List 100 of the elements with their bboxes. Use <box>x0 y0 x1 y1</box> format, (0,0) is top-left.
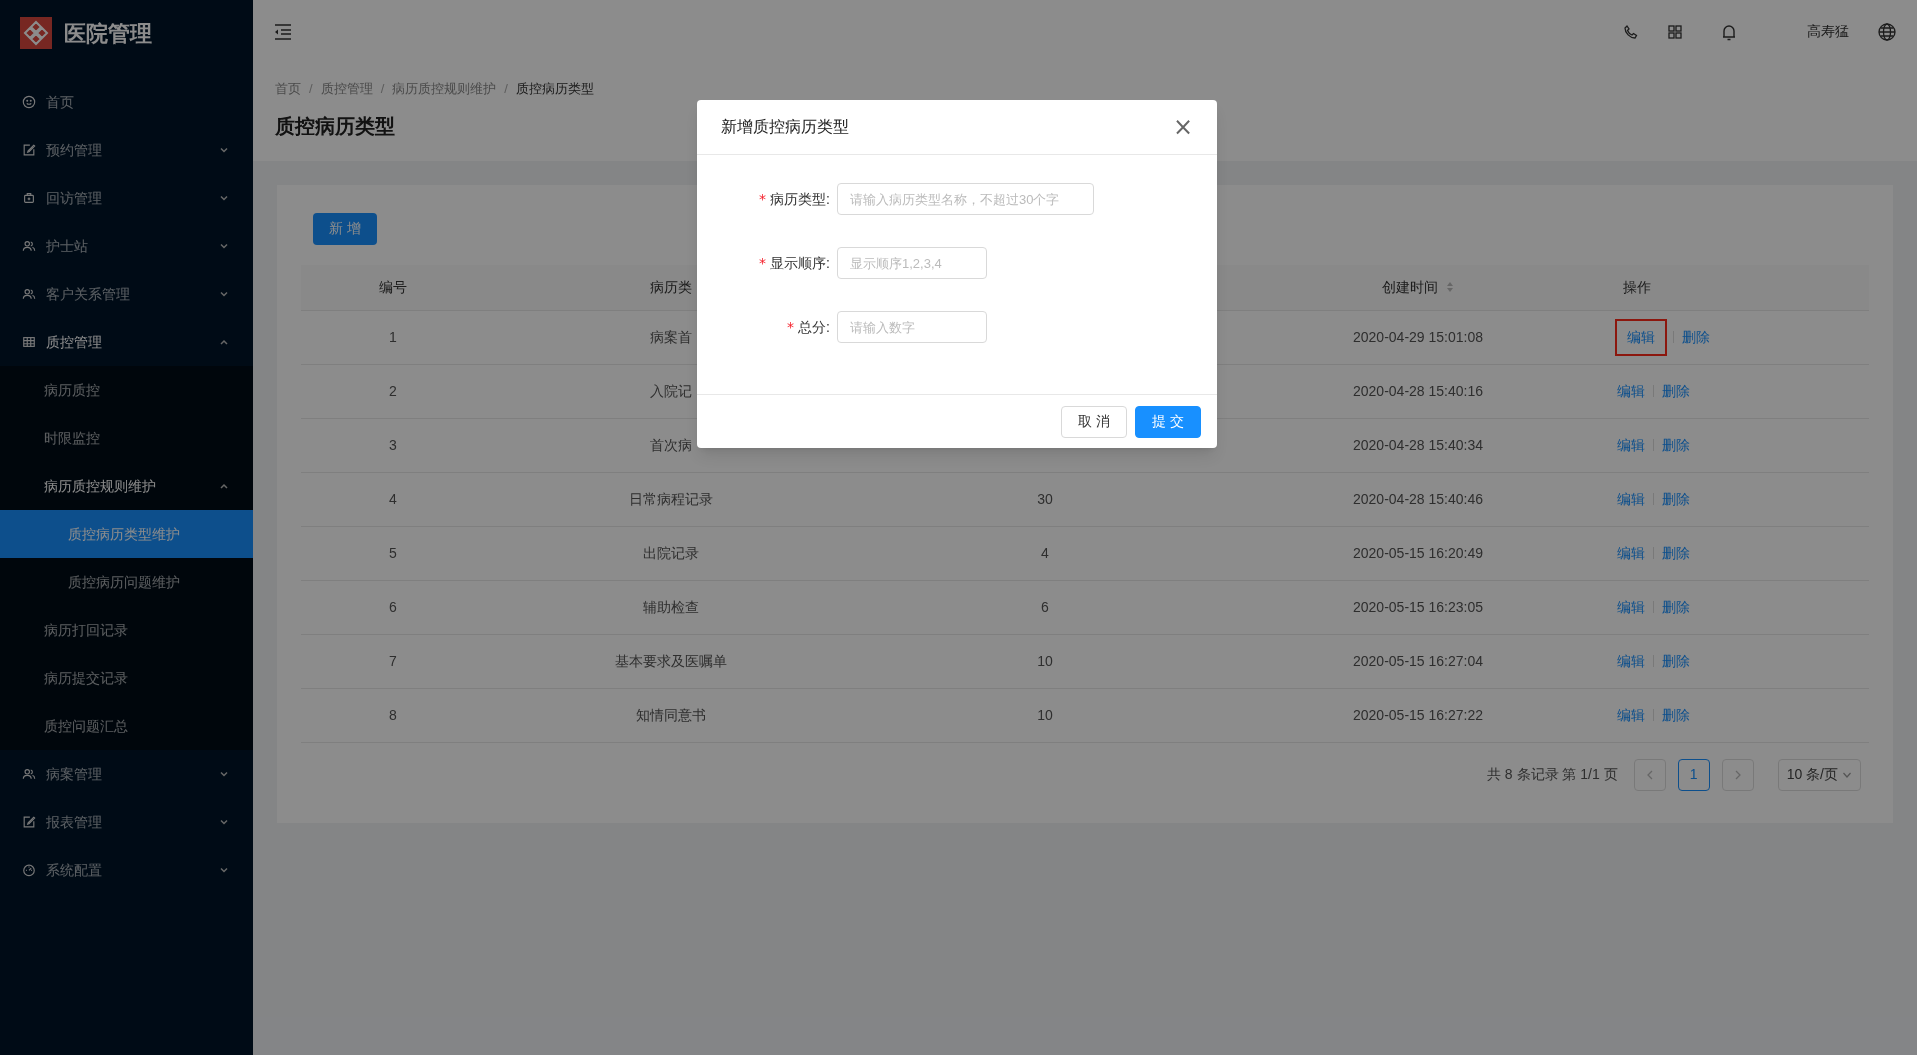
sidebar-item[interactable]: 质控病历类型维护 <box>0 510 253 558</box>
table-cell-text: 6 <box>1041 597 1049 617</box>
required-mark: * <box>759 253 767 273</box>
chevron-up-icon <box>219 481 229 491</box>
delete-link[interactable]: 删除 <box>1662 650 1690 672</box>
input-field[interactable]: 请输入病历类型名称，不超过30个字 <box>837 183 1094 215</box>
edit-link[interactable]: 编辑 <box>1617 380 1645 402</box>
delete-link[interactable]: 删除 <box>1682 326 1710 348</box>
table-cell-text: 2020-04-29 15:01:08 <box>1353 327 1483 347</box>
column-header: 创建时间 <box>1382 277 1438 297</box>
chevron-down-icon <box>219 289 229 299</box>
sidebar-item[interactable]: 首页 <box>0 78 253 126</box>
table-cell-text: 2020-04-28 15:40:34 <box>1353 435 1483 455</box>
breadcrumb-link[interactable]: 首页 <box>275 79 301 99</box>
grid-icon[interactable] <box>1667 23 1683 40</box>
logo-icon <box>20 17 52 49</box>
table-cell-text: 辅助检查 <box>643 597 699 617</box>
table-cell-text: 10 <box>1037 705 1053 725</box>
table-cell-text: 病案首 <box>650 327 692 347</box>
phone-icon[interactable] <box>1623 23 1639 40</box>
chevron-down-icon <box>219 145 229 155</box>
table-cell-text: 知情同意书 <box>636 705 706 725</box>
cancel-button[interactable]: 取 消 <box>1061 405 1128 438</box>
sidebar-item[interactable]: 病历打回记录 <box>0 606 253 654</box>
add-button[interactable]: 新 增 <box>313 212 377 245</box>
breadcrumb-link[interactable]: 质控管理 <box>320 79 373 99</box>
sidebar-item[interactable]: 病历提交记录 <box>0 654 253 702</box>
chevron-up-icon <box>219 337 229 347</box>
table-cell-text: 出院记录 <box>643 543 699 563</box>
input-field[interactable]: 请输入数字 <box>837 311 987 343</box>
sidebar-item[interactable]: 回访管理 <box>0 174 253 222</box>
sidebar-item[interactable]: 病历质控 <box>0 366 253 414</box>
delete-link[interactable]: 删除 <box>1662 596 1690 618</box>
input-field[interactable]: 显示顺序1,2,3,4 <box>837 247 987 279</box>
breadcrumb-link[interactable]: 病历质控规则维护 <box>392 79 497 99</box>
dialog-title: 新增质控病历类型 <box>721 117 850 137</box>
table-icon <box>22 335 36 349</box>
table-cell-text: 2020-04-28 15:40:16 <box>1353 381 1483 401</box>
smile-icon <box>22 95 36 109</box>
medical-box-icon <box>22 191 36 205</box>
chevron-down-icon <box>219 769 229 779</box>
column-header: 操作 <box>1623 277 1651 297</box>
page-button[interactable]: 1 <box>1677 758 1710 791</box>
close-button[interactable]: × <box>1172 115 1193 139</box>
sidebar-item[interactable]: 质控病历问题维护 <box>0 558 253 606</box>
globe-icon[interactable] <box>1877 21 1897 42</box>
column-header: 编号 <box>379 277 407 297</box>
table-cell-text: 2 <box>389 381 397 401</box>
sidebar-item[interactable]: 质控管理 <box>0 318 253 366</box>
user-name[interactable]: 高寿猛 <box>1807 21 1849 42</box>
edit-link[interactable]: 编辑 <box>1617 488 1645 510</box>
page-size-select[interactable]: 10 条/页 <box>1777 758 1861 791</box>
delete-link[interactable]: 删除 <box>1662 488 1690 510</box>
sidebar-item[interactable]: 系统配置 <box>0 846 253 894</box>
table-cell-text: 8 <box>389 705 397 725</box>
delete-link[interactable]: 删除 <box>1662 542 1690 564</box>
sidebar-item[interactable]: 护士站 <box>0 222 253 270</box>
table-cell-text: 日常病程记录 <box>629 489 713 509</box>
delete-link[interactable]: 删除 <box>1662 704 1690 726</box>
edit-link[interactable]: 编辑 <box>1617 320 1665 354</box>
sidebar-item[interactable]: 质控问题汇总 <box>0 702 253 750</box>
sidebar-item[interactable]: 预约管理 <box>0 126 253 174</box>
field-label: 总分: <box>798 317 830 337</box>
table-cell-text: 首次病 <box>650 435 692 455</box>
sidebar-item[interactable]: 病历质控规则维护 <box>0 462 253 510</box>
edit-link[interactable]: 编辑 <box>1617 650 1645 672</box>
table-cell-text: 2020-05-15 16:20:49 <box>1353 543 1483 563</box>
table-cell-text: 2020-05-15 16:23:05 <box>1353 597 1483 617</box>
table-cell-text: 10 <box>1037 651 1053 671</box>
chevron-down-icon <box>219 817 229 827</box>
sidebar-item[interactable]: 病案管理 <box>0 750 253 798</box>
sidebar-item[interactable]: 时限监控 <box>0 414 253 462</box>
submit-button[interactable]: 提 交 <box>1135 405 1201 438</box>
breadcrumb-separator: / <box>504 80 508 98</box>
table-cell-text: 4 <box>389 489 397 509</box>
sidebar-item[interactable]: 客户关系管理 <box>0 270 253 318</box>
dashboard-icon <box>22 863 36 877</box>
breadcrumb-separator: / <box>380 80 385 98</box>
chevron-down-icon <box>219 193 229 203</box>
edit-link[interactable]: 编辑 <box>1617 434 1645 456</box>
table-cell-text: 基本要求及医嘱单 <box>615 651 727 671</box>
sidebar-item[interactable]: 报表管理 <box>0 798 253 846</box>
users-icon <box>22 239 36 253</box>
edit-link[interactable]: 编辑 <box>1617 542 1645 564</box>
table-cell-text: 7 <box>389 651 397 671</box>
breadcrumb-separator: / <box>309 80 313 98</box>
page-title: 质控病历类型 <box>275 114 395 137</box>
table-cell-text: 2020-05-15 16:27:04 <box>1353 651 1483 671</box>
edit-icon <box>22 815 36 829</box>
menu-fold-icon[interactable] <box>273 21 293 42</box>
table-cell-text: 30 <box>1037 489 1053 509</box>
column-header: 病历类 <box>650 277 692 297</box>
app-title: 医院管理 <box>64 19 152 48</box>
pagination-summary: 共 8 条记录 第 1/1 页 <box>1486 765 1618 784</box>
delete-link[interactable]: 删除 <box>1662 434 1690 456</box>
edit-icon <box>22 143 36 157</box>
edit-link[interactable]: 编辑 <box>1617 704 1645 726</box>
table-cell-text: 1 <box>389 327 397 347</box>
edit-link[interactable]: 编辑 <box>1617 596 1645 618</box>
delete-link[interactable]: 删除 <box>1662 380 1690 402</box>
